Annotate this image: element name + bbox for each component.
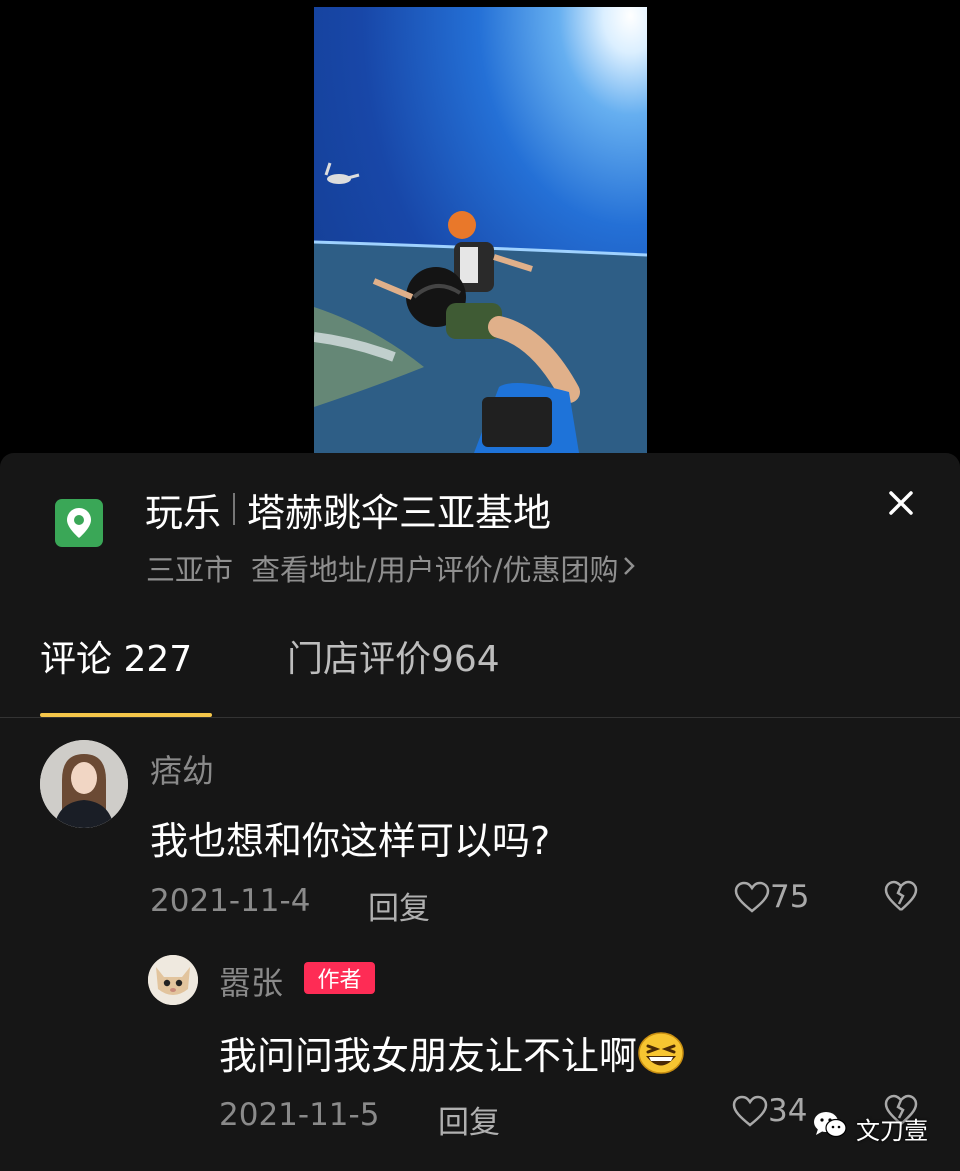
poi-links: 查看地址/用户评价/优惠团购 bbox=[251, 553, 619, 587]
poi-category: 玩乐 bbox=[145, 490, 222, 535]
comment-text: 我也想和你这样可以吗? bbox=[150, 819, 551, 863]
video-player[interactable] bbox=[314, 7, 647, 453]
reply-like-count: 34 bbox=[768, 1093, 808, 1129]
like-button[interactable]: 75 bbox=[734, 879, 809, 915]
heart-icon bbox=[734, 881, 770, 913]
reply-text: 我问问我女朋友让不让啊 bbox=[219, 1025, 685, 1080]
reply-date: 2021-11-5 bbox=[219, 1097, 380, 1133]
watermark-text: 文刀壹 bbox=[856, 1116, 928, 1145]
reply-avatar[interactable] bbox=[148, 955, 198, 1005]
tab-store-reviews[interactable]: 门店评价964 bbox=[287, 630, 500, 682]
broken-heart-icon bbox=[884, 880, 918, 911]
chevron-right-icon bbox=[623, 553, 635, 583]
watermark: 文刀壹 bbox=[812, 1108, 928, 1148]
tab-divider bbox=[0, 717, 960, 718]
title-divider bbox=[233, 493, 236, 525]
skydiving-scene bbox=[314, 162, 647, 453]
reply-button[interactable]: 回复 bbox=[368, 883, 430, 928]
reply-button[interactable]: 回复 bbox=[438, 1097, 500, 1142]
heart-icon bbox=[732, 1095, 768, 1127]
location-pin-icon[interactable] bbox=[55, 499, 103, 547]
laughing-emoji-icon bbox=[638, 1031, 684, 1074]
like-count: 75 bbox=[770, 879, 810, 915]
comment-username[interactable]: 痞幼 bbox=[150, 746, 214, 792]
comment-date: 2021-11-4 bbox=[150, 883, 311, 919]
reply-username[interactable]: 嚣张 bbox=[219, 958, 283, 1004]
reply-like-button[interactable]: 34 bbox=[732, 1093, 807, 1129]
poi-city: 三亚市 bbox=[146, 553, 234, 587]
author-badge: 作者 bbox=[304, 962, 375, 994]
dislike-button[interactable] bbox=[884, 880, 918, 916]
close-icon[interactable] bbox=[883, 485, 919, 521]
poi-name: 塔赫跳伞三亚基地 bbox=[247, 490, 552, 535]
reply-text-content: 我问问我女朋友让不让啊 bbox=[219, 1034, 638, 1078]
poi-subtitle[interactable]: 三亚市 查看地址/用户评价/优惠团购 bbox=[146, 548, 635, 588]
tab-comments[interactable]: 评论 227 bbox=[40, 630, 192, 682]
wechat-icon bbox=[812, 1110, 848, 1146]
poi-title[interactable]: 玩乐 塔赫跳伞三亚基地 bbox=[145, 482, 551, 536]
avatar[interactable] bbox=[40, 740, 128, 828]
